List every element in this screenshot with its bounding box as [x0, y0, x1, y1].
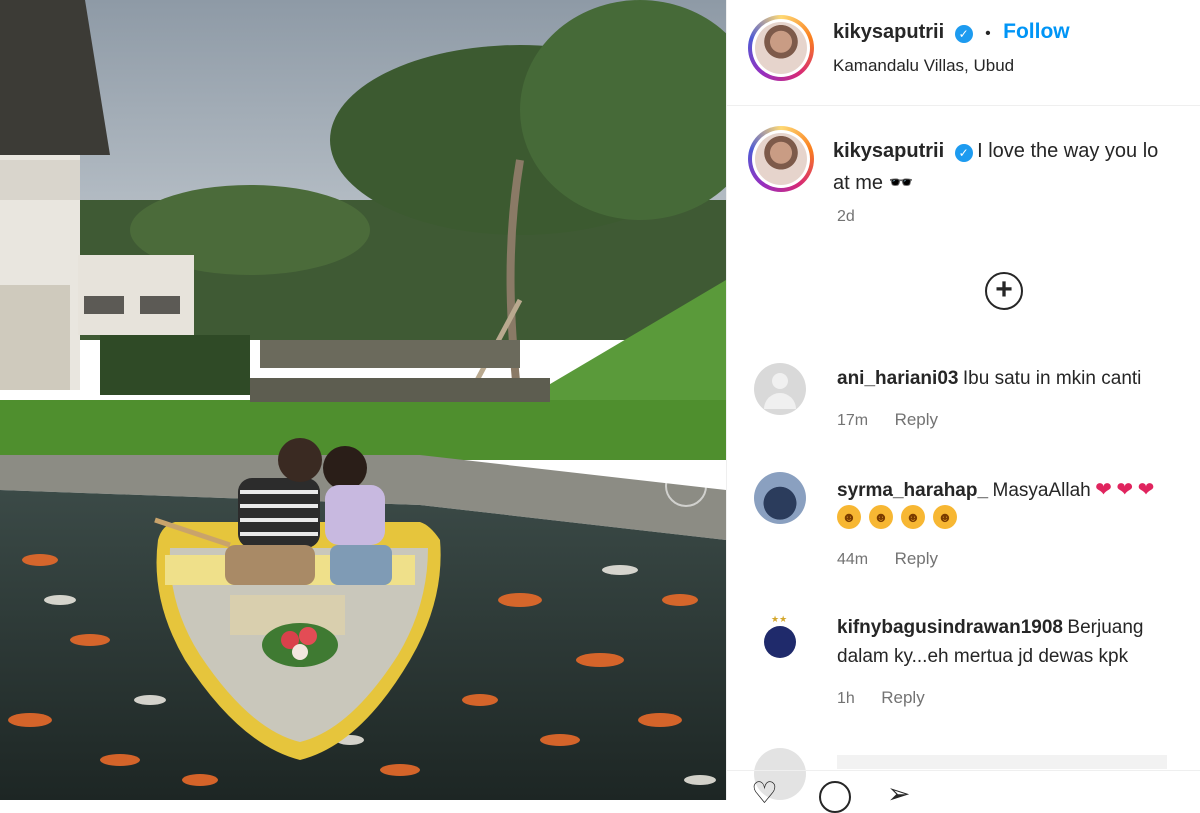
comment-avatar[interactable]	[754, 472, 806, 524]
smile-emoji: ☻	[869, 505, 893, 529]
post-panel: kikysaputrii ✓ • Follow Kamandalu Villas…	[726, 0, 1200, 813]
emoji-row: ☻ ☻ ☻ ☻	[837, 505, 965, 529]
author-username[interactable]: kikysaputrii	[833, 21, 944, 43]
post-photo-scene	[0, 0, 726, 800]
comment-time: 17m	[837, 412, 869, 429]
post-photo[interactable]	[0, 0, 726, 800]
heart-emoji: ❤	[1116, 479, 1134, 501]
post-header: kikysaputrii ✓ • Follow Kamandalu Villas…	[727, 0, 1200, 106]
comment-avatar[interactable]	[754, 363, 806, 415]
comment-placeholder	[837, 755, 1167, 769]
comment-username[interactable]: kifnybagusindrawan1908	[837, 617, 1063, 638]
verified-icon: ✓	[954, 24, 973, 43]
heart-emoji: ❤	[1137, 479, 1155, 501]
post-location[interactable]: Kamandalu Villas, Ubud	[833, 56, 1014, 76]
comment-text: Berjuang	[1067, 617, 1144, 638]
comment-text: Ibu satu in mkin canti	[962, 368, 1142, 389]
separator-dot: •	[985, 25, 991, 42]
add-circle-icon[interactable]: +	[985, 272, 1023, 310]
caption-username[interactable]: kikysaputrii	[833, 140, 944, 162]
caption-avatar[interactable]	[748, 126, 814, 192]
heart-emoji: ❤	[1095, 479, 1112, 501]
verified-icon: ✓	[954, 143, 973, 162]
reply-button[interactable]: Reply	[895, 410, 938, 429]
comment-time: 44m	[837, 551, 869, 568]
comment-username[interactable]: syrma_harahap_	[837, 480, 988, 501]
reply-button[interactable]: Reply	[895, 549, 938, 568]
comment-username[interactable]: ani_hariani03	[837, 368, 958, 389]
comment-text-line2: dalam ky...eh mertua jd dewas kpk	[837, 646, 1129, 667]
smile-emoji: ☻	[901, 505, 925, 529]
heart-icon[interactable]: ♡	[751, 779, 778, 809]
smile-emoji: ☻	[837, 505, 861, 529]
caption-text-line2: at me 🕶️	[833, 172, 914, 194]
comment-avatar[interactable]: ★★	[754, 612, 806, 664]
comment-icon[interactable]	[819, 781, 851, 813]
follow-button[interactable]: Follow	[1003, 20, 1070, 43]
comment-time: 1h	[837, 690, 855, 707]
action-bar: ♡ ➢	[727, 770, 1200, 813]
caption-time: 2d	[837, 208, 855, 225]
reply-button[interactable]: Reply	[881, 688, 924, 707]
share-icon[interactable]: ➢	[887, 779, 910, 809]
caption-text: I love the way you lo	[977, 140, 1159, 162]
author-avatar[interactable]	[748, 15, 814, 81]
smile-emoji: ☻	[933, 505, 957, 529]
comment-text: MasyaAllah	[992, 480, 1091, 501]
